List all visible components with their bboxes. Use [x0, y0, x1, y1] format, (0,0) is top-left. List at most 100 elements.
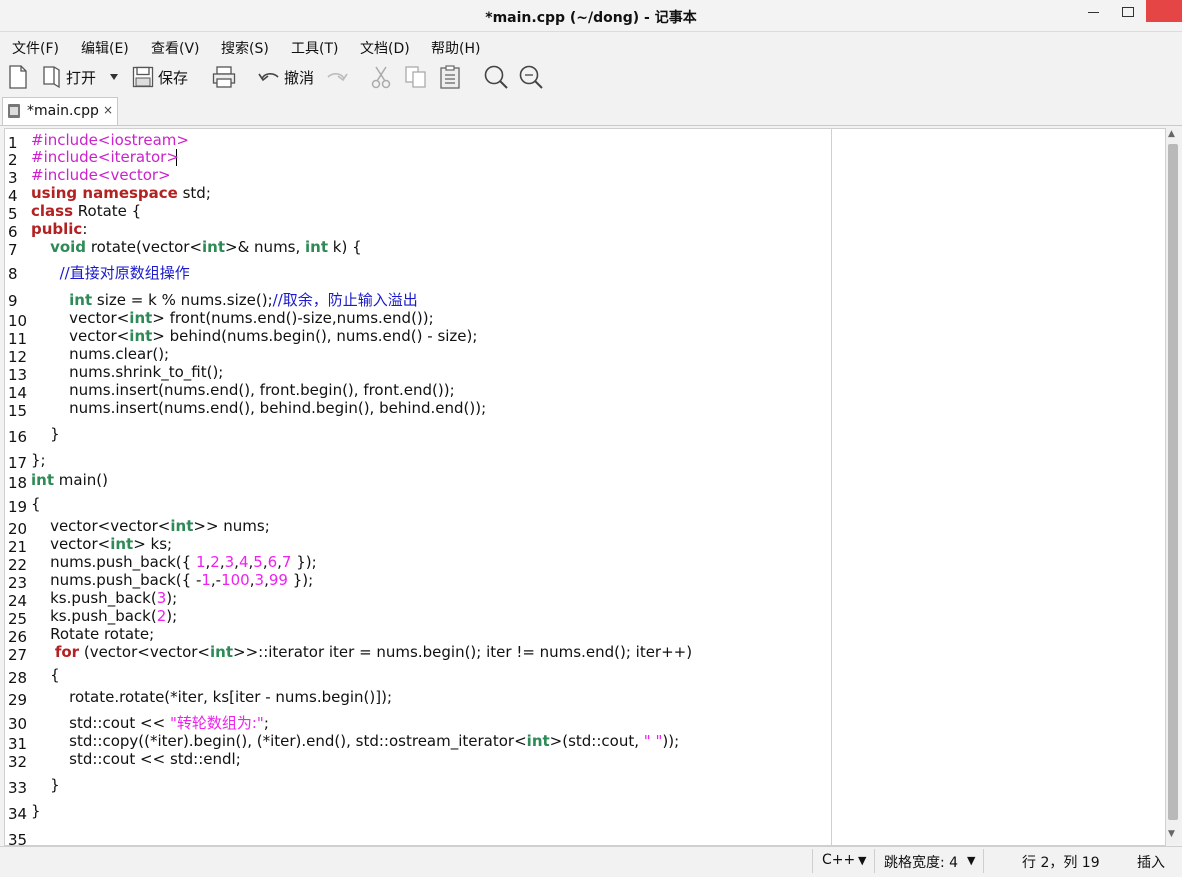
code-token: > front(nums.end()-size,nums.end()); — [152, 309, 434, 327]
undo-button[interactable]: 撤消 — [258, 60, 314, 94]
scroll-up-icon[interactable]: ▲ — [1168, 129, 1175, 139]
minimize-button[interactable] — [1080, 2, 1108, 24]
code-token: ; — [263, 714, 269, 732]
code-token: (vector<vector< — [79, 643, 210, 661]
code-token: > behind(nums.begin(), nums.end() - size… — [152, 327, 478, 345]
tab-width-selector[interactable]: 跳格宽度: 4 — [884, 852, 958, 872]
code-token: }); — [287, 571, 314, 589]
title-bar: *main.cpp (~/dong) - 记事本 — [0, 0, 1182, 32]
find-button[interactable] — [483, 60, 509, 94]
line-number: 15 — [8, 402, 28, 420]
tab-main-cpp[interactable]: *main.cpp × — [2, 97, 118, 125]
code-token: }); — [291, 553, 317, 571]
undo-icon — [258, 73, 279, 82]
code-line: class Rotate { — [31, 202, 141, 220]
language-selector[interactable]: C++ — [822, 852, 855, 868]
code-line: nums.push_back({ 1,2,3,4,5,6,7 }); — [31, 553, 317, 571]
line-number: 1 — [8, 134, 18, 152]
minimize-icon — [1088, 12, 1099, 13]
menu-file[interactable]: 文件(F) — [12, 38, 59, 58]
code-editor[interactable]: 1 #include<iostream> 2 #include<iterator> 3 #… — [4, 128, 1166, 846]
paste-button[interactable] — [439, 60, 461, 94]
line-number: 6 — [8, 223, 18, 241]
code-token: } — [31, 425, 60, 443]
code-line: nums.insert(nums.end(), behind.begin(), … — [31, 399, 486, 417]
status-separator — [874, 849, 875, 873]
redo-button[interactable] — [324, 60, 348, 94]
new-button[interactable] — [8, 60, 28, 94]
code-line: for (vector<vector<int>>::iterator iter … — [31, 643, 692, 661]
line-number: 9 — [8, 292, 18, 310]
cut-button[interactable] — [370, 60, 392, 94]
code-token: using namespace — [31, 184, 178, 202]
code-line: #include<iterator> — [31, 148, 179, 166]
dropdown-arrow-icon[interactable]: ▼ — [858, 854, 866, 867]
code-token: //直接对原数组操作 — [59, 264, 190, 282]
line-number: 24 — [8, 592, 28, 610]
code-token: ); — [166, 589, 178, 607]
code-line: std::copy((*iter).begin(), (*iter).end()… — [31, 732, 679, 750]
menu-edit[interactable]: 编辑(E) — [81, 38, 129, 58]
menu-document[interactable]: 文档(D) — [360, 38, 410, 58]
dropdown-arrow-icon[interactable]: ▼ — [967, 854, 975, 867]
code-line: //直接对原数组操作 — [31, 262, 190, 283]
replace-button[interactable] — [518, 60, 544, 94]
code-line: vector<int> ks; — [31, 535, 172, 553]
line-number: 17 — [8, 454, 28, 472]
scroll-down-icon[interactable]: ▼ — [1168, 829, 1175, 839]
code-line: } — [31, 776, 60, 794]
code-token: rotate.rotate(*iter, ks[iter - nums.begi… — [31, 688, 393, 706]
code-token: class — [31, 202, 74, 220]
line-number: 21 — [8, 538, 28, 556]
save-button[interactable]: 保存 — [132, 60, 188, 94]
paste-icon — [440, 65, 460, 89]
line-number: 32 — [8, 753, 28, 771]
code-line: } — [31, 802, 41, 820]
tab-close-icon[interactable]: × — [103, 103, 113, 117]
line-number: 30 — [8, 715, 28, 733]
code-token: >(std::cout, — [549, 732, 644, 750]
code-token: for — [54, 643, 80, 661]
code-token: int — [129, 309, 153, 327]
code-token: 3 — [254, 571, 265, 589]
menu-tools[interactable]: 工具(T) — [291, 38, 338, 58]
code-token: )); — [662, 732, 680, 750]
line-number: 29 — [8, 691, 28, 709]
line-number: 26 — [8, 628, 28, 646]
code-token: int — [31, 471, 54, 489]
new-document-icon — [9, 65, 27, 89]
code-line: public: — [31, 220, 87, 238]
code-token: nums.insert(nums.end(), behind.begin(), … — [31, 399, 487, 417]
menu-search[interactable]: 搜索(S) — [221, 38, 269, 58]
print-button[interactable] — [212, 60, 236, 94]
vertical-scrollbar[interactable]: ▲ ▼ — [1166, 128, 1180, 844]
open-recent-dropdown[interactable] — [108, 60, 120, 94]
code-token: "转轮数组为:" — [169, 714, 264, 732]
line-number: 5 — [8, 205, 18, 223]
line-number: 25 — [8, 610, 28, 628]
close-button[interactable] — [1146, 0, 1182, 22]
code-token: } — [31, 802, 41, 820]
code-token: #include<iostream> — [31, 131, 189, 149]
right-margin-line — [831, 129, 832, 845]
code-line: vector<vector<int>> nums; — [31, 517, 270, 535]
line-number: 31 — [8, 735, 28, 753]
insert-mode: 插入 — [1137, 855, 1165, 871]
menu-help[interactable]: 帮助(H) — [431, 38, 480, 58]
code-token: ks.push_back( — [31, 589, 157, 607]
menu-view[interactable]: 查看(V) — [151, 38, 200, 58]
code-token: main() — [54, 471, 108, 489]
code-token: int — [170, 517, 194, 535]
scrollbar-thumb[interactable] — [1168, 144, 1178, 820]
code-token: } — [31, 776, 60, 794]
code-token: int — [110, 535, 134, 553]
maximize-button[interactable] — [1114, 2, 1142, 24]
open-button[interactable]: 打开 — [42, 60, 96, 94]
code-line: nums.insert(nums.end(), front.begin(), f… — [31, 381, 455, 399]
copy-button[interactable] — [404, 60, 428, 94]
code-token: public — [31, 220, 83, 238]
maximize-icon — [1122, 7, 1134, 17]
line-number: 19 — [8, 498, 28, 516]
